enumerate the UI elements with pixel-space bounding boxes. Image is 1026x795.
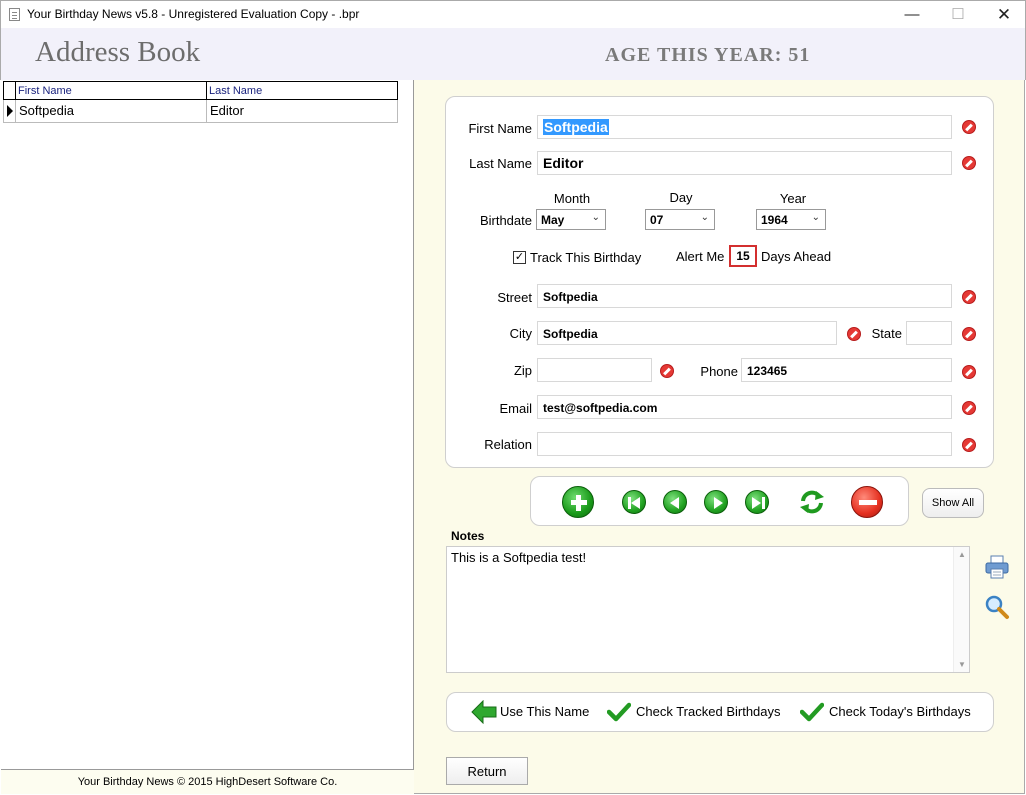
state-label: State xyxy=(871,326,902,341)
first-name-label: First Name xyxy=(468,121,532,136)
table-row[interactable]: Softpedia Editor xyxy=(3,100,398,123)
refresh-icon[interactable] xyxy=(799,489,825,515)
last-record-icon[interactable] xyxy=(745,490,769,514)
age-label: AGE THIS YEAR: xyxy=(605,44,783,66)
day-label: Day xyxy=(669,190,693,205)
month-select[interactable]: May ⌄ xyxy=(536,209,606,230)
check-tracked-birthdays-button[interactable]: Check Tracked Birthdays xyxy=(636,704,781,719)
maximize-button[interactable]: ☐ xyxy=(935,1,981,29)
return-button[interactable]: Return xyxy=(446,757,528,785)
clear-last-name-icon[interactable] xyxy=(962,156,976,170)
grid-header: First Name Last Name xyxy=(3,81,398,100)
first-name-field[interactable]: Softpedia xyxy=(537,115,952,139)
use-this-name-button[interactable]: Use This Name xyxy=(500,704,589,719)
search-icon[interactable] xyxy=(984,594,1010,620)
contacts-grid-pane: First Name Last Name Softpedia Editor xyxy=(1,80,414,770)
check-todays-birthdays-button[interactable]: Check Today's Birthdays xyxy=(829,704,971,719)
city-field[interactable]: Softpedia xyxy=(537,321,837,345)
year-value: 1964 xyxy=(761,213,788,227)
window-titlebar: Your Birthday News v5.8 - Unregistered E… xyxy=(0,0,1026,28)
window-title: Your Birthday News v5.8 - Unregistered E… xyxy=(27,7,360,21)
day-select[interactable]: 07 ⌄ xyxy=(645,209,715,230)
email-label: Email xyxy=(499,401,532,416)
row-indicator-header xyxy=(4,82,16,99)
notes-scrollbar[interactable]: ▲ ▼ xyxy=(953,547,969,672)
year-label: Year xyxy=(779,191,807,206)
action-bar: Use This Name Check Tracked Birthdays Ch… xyxy=(446,692,994,732)
cell-first-name[interactable]: Softpedia xyxy=(16,100,207,122)
zip-label: Zip xyxy=(513,363,532,378)
show-all-button[interactable]: Show All xyxy=(922,488,984,518)
city-label: City xyxy=(509,326,532,341)
alert-me-label: Alert Me xyxy=(676,249,725,264)
clear-street-icon[interactable] xyxy=(962,290,976,304)
first-name-value: Softpedia xyxy=(543,119,609,135)
clear-email-icon[interactable] xyxy=(962,401,976,415)
days-ahead-label: Days Ahead xyxy=(761,249,832,264)
chevron-down-icon: ⌄ xyxy=(591,212,600,223)
zip-field[interactable] xyxy=(537,358,652,382)
page-title: Address Book xyxy=(35,36,201,68)
column-header-last-name[interactable]: Last Name xyxy=(207,82,397,99)
current-row-indicator-icon xyxy=(4,100,16,122)
first-record-icon[interactable] xyxy=(622,490,646,514)
scroll-up-icon[interactable]: ▲ xyxy=(958,550,966,559)
phone-field[interactable]: 123465 xyxy=(741,358,952,382)
alert-days-input[interactable]: 15 xyxy=(729,245,757,267)
check-icon[interactable] xyxy=(607,702,631,722)
state-field[interactable] xyxy=(906,321,952,345)
add-icon[interactable] xyxy=(562,486,594,518)
age-value: 51 xyxy=(788,44,811,66)
contact-details-pane: First Name Softpedia Last Name Editor Mo… xyxy=(414,80,1025,794)
street-label: Street xyxy=(497,290,532,305)
notes-textarea[interactable]: This is a Softpedia test! ▲ ▼ xyxy=(446,546,970,673)
scroll-down-icon[interactable]: ▼ xyxy=(958,660,966,669)
previous-record-icon[interactable] xyxy=(663,490,687,514)
clear-zip-icon[interactable] xyxy=(660,364,674,378)
minimize-button[interactable]: — xyxy=(889,1,935,29)
arrow-left-icon[interactable] xyxy=(471,700,497,724)
phone-label: Phone xyxy=(700,364,738,379)
cell-last-name[interactable]: Editor xyxy=(207,100,397,122)
street-field[interactable]: Softpedia xyxy=(537,284,952,308)
chevron-down-icon: ⌄ xyxy=(811,212,820,223)
birthdate-label: Birthdate xyxy=(479,213,532,228)
delete-icon[interactable] xyxy=(851,486,883,518)
track-birthday-label: Track This Birthday xyxy=(530,250,642,265)
email-field[interactable]: test@softpedia.com xyxy=(537,395,952,419)
contact-form: First Name Softpedia Last Name Editor Mo… xyxy=(445,96,994,468)
day-value: 07 xyxy=(650,213,664,227)
age-this-year: AGE THIS YEAR: 51 xyxy=(605,44,810,67)
clear-state-icon[interactable] xyxy=(962,327,976,341)
last-name-field[interactable]: Editor xyxy=(537,151,952,175)
clear-city-icon[interactable] xyxy=(847,327,861,341)
relation-field[interactable] xyxy=(537,432,952,456)
next-record-icon[interactable] xyxy=(704,490,728,514)
relation-label: Relation xyxy=(484,437,532,452)
last-name-label: Last Name xyxy=(469,156,532,171)
chevron-down-icon: ⌄ xyxy=(700,212,709,223)
check-icon[interactable] xyxy=(800,702,824,722)
copyright-footer: Your Birthday News © 2015 HighDesert Sof… xyxy=(1,770,414,794)
printer-icon[interactable] xyxy=(984,554,1010,580)
track-birthday-checkbox[interactable]: ✓ xyxy=(513,251,526,264)
clear-phone-icon[interactable] xyxy=(962,365,976,379)
record-navigation-bar xyxy=(530,476,909,526)
page-header: Address Book AGE THIS YEAR: 51 xyxy=(0,28,1026,80)
notes-label: Notes xyxy=(451,529,485,543)
notes-value: This is a Softpedia test! xyxy=(451,550,587,565)
clear-first-name-icon[interactable] xyxy=(962,120,976,134)
app-icon xyxy=(9,8,20,21)
month-label: Month xyxy=(553,191,591,206)
month-value: May xyxy=(541,213,565,227)
clear-relation-icon[interactable] xyxy=(962,438,976,452)
close-button[interactable]: ✕ xyxy=(981,1,1026,29)
column-header-first-name[interactable]: First Name xyxy=(16,82,207,99)
year-select[interactable]: 1964 ⌄ xyxy=(756,209,826,230)
